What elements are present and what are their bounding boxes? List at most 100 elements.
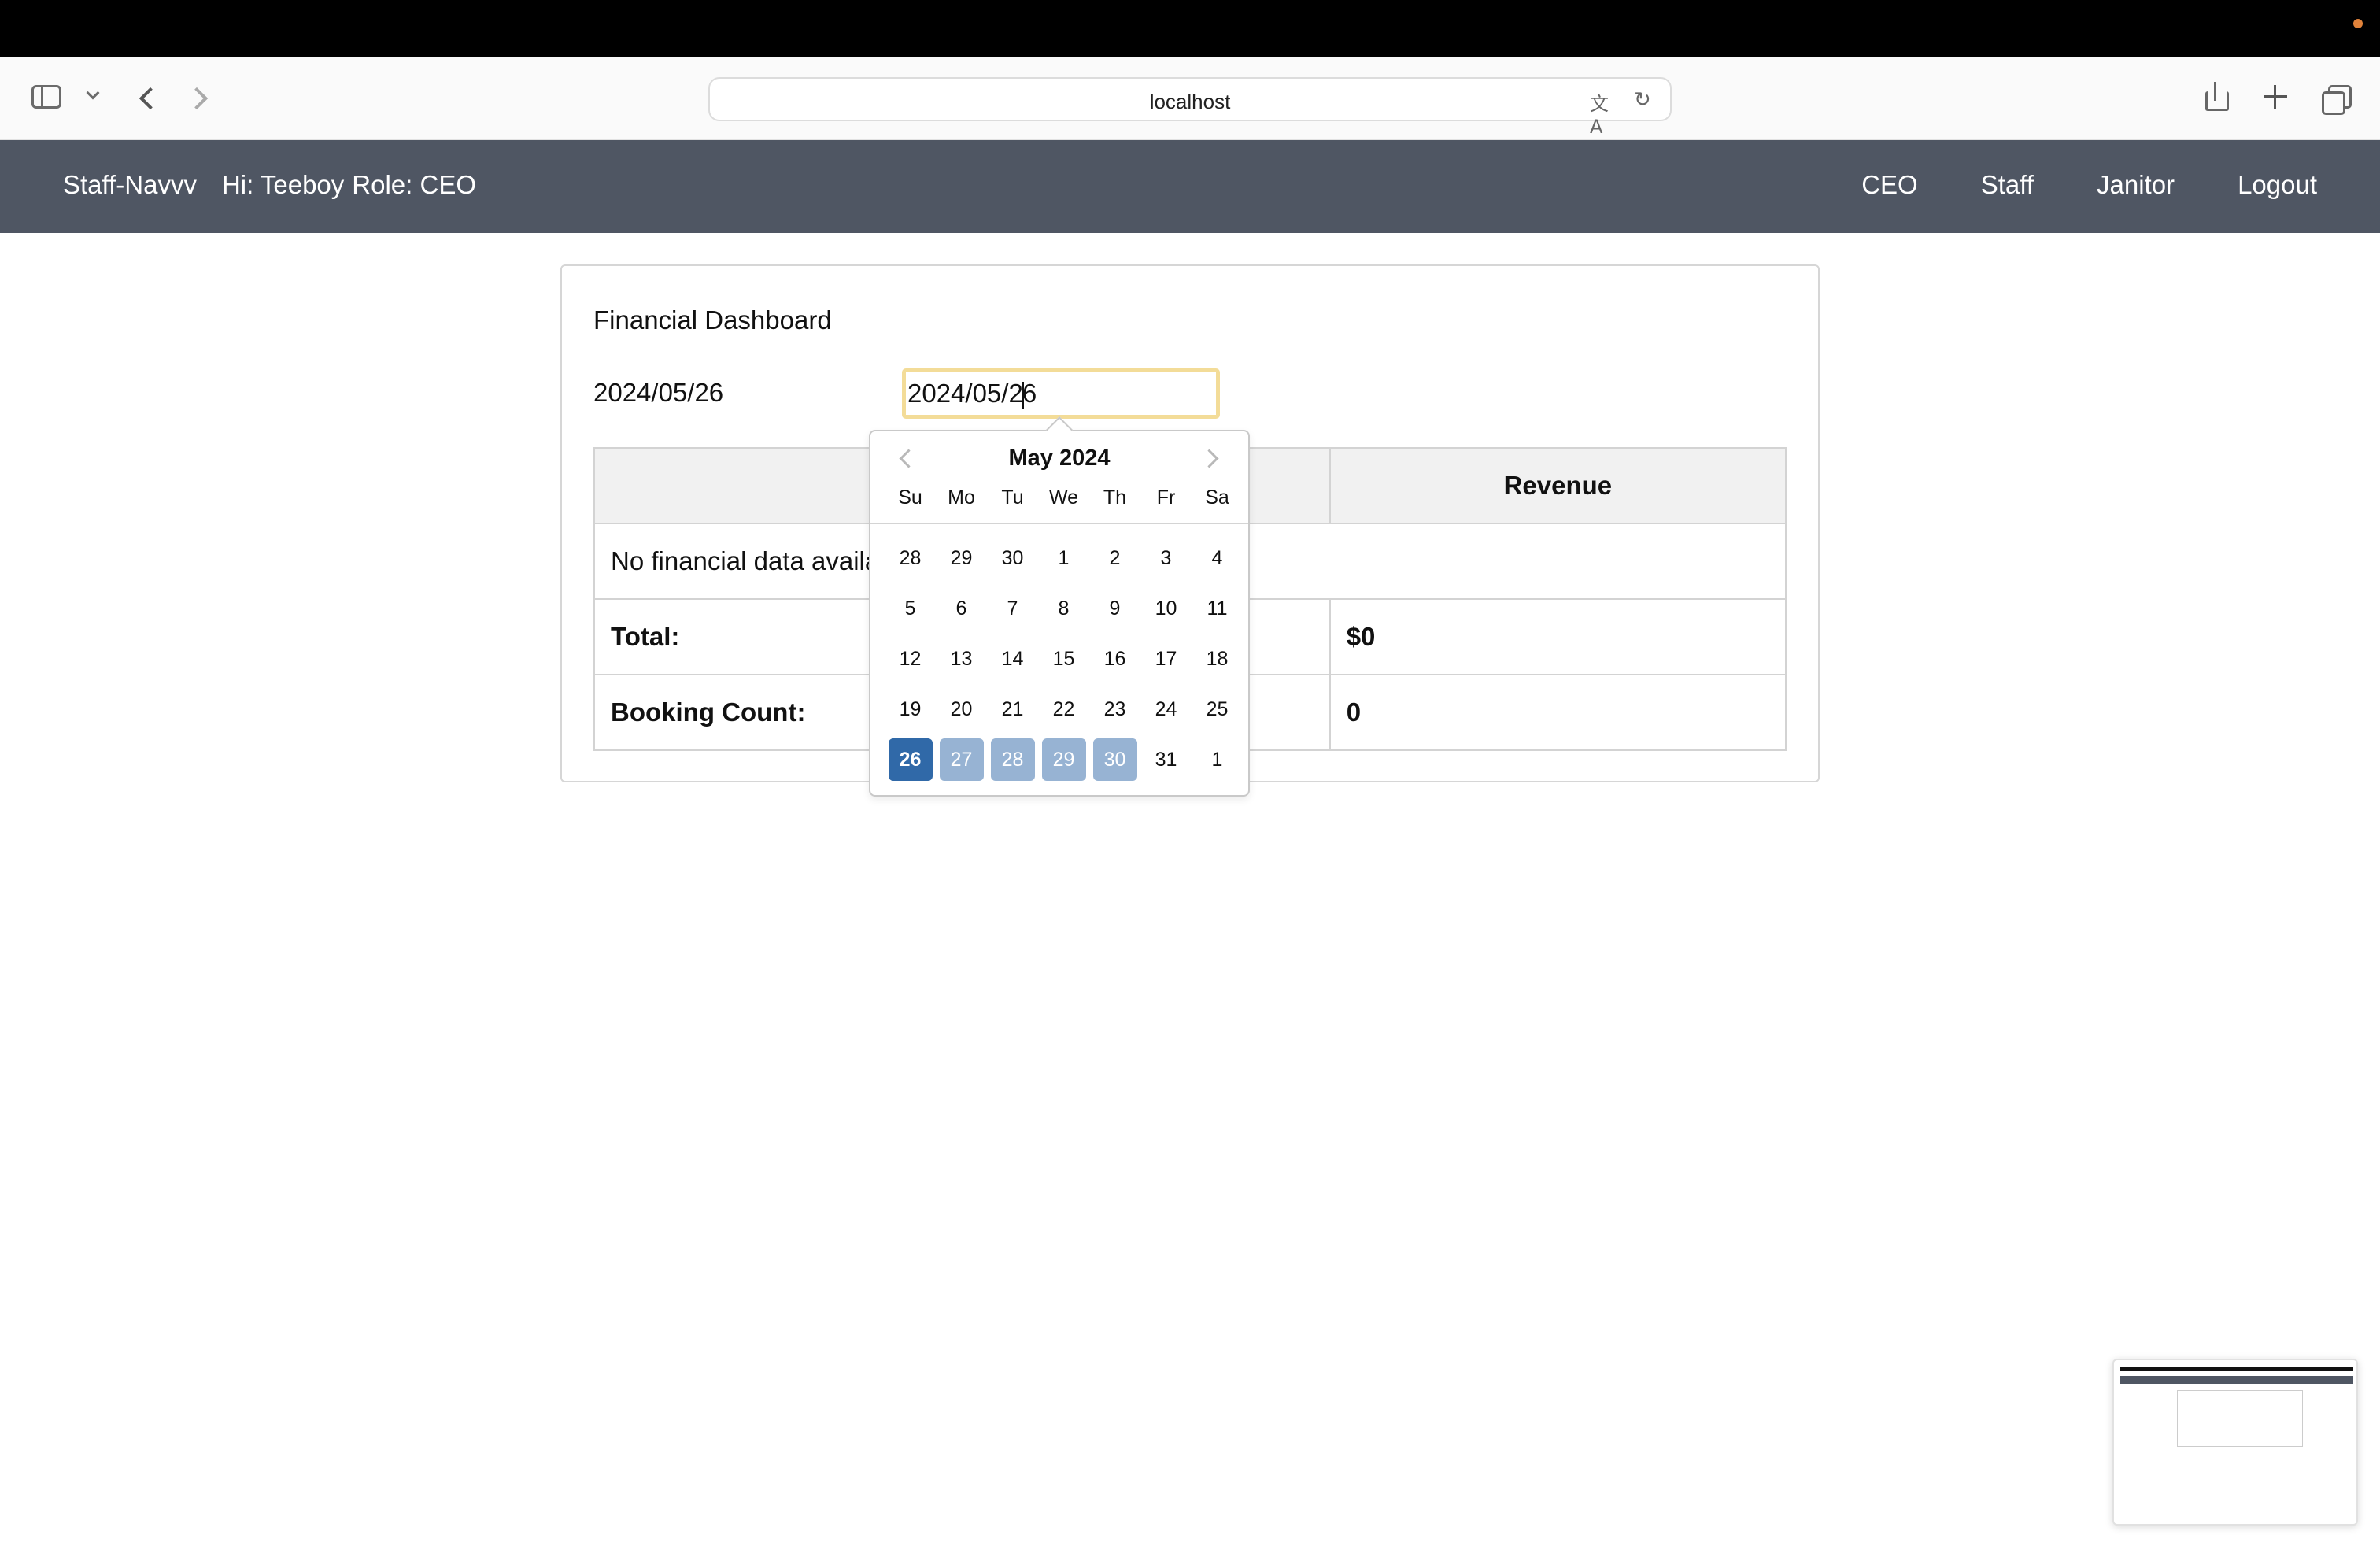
browser-toolbar: localhost 文A ↻: [0, 57, 2380, 140]
reload-icon[interactable]: ↻: [1634, 88, 1658, 112]
calendar-day[interactable]: 25: [1196, 688, 1240, 730]
calendar-day[interactable]: 10: [1144, 587, 1188, 630]
calendar-day[interactable]: 14: [991, 638, 1035, 680]
calendar-day[interactable]: 18: [1196, 638, 1240, 680]
datepicker-day-cell: 13: [936, 638, 987, 688]
calendar-day[interactable]: 20: [940, 688, 984, 730]
datepicker-day-cell: 11: [1192, 587, 1243, 638]
datepicker-day-cell: 2: [1089, 537, 1140, 587]
weekday-label: Th: [1103, 486, 1127, 509]
datepicker-day-cell: 26: [885, 738, 936, 789]
datepicker-day-cell: 20: [936, 688, 987, 738]
nav-link-janitor[interactable]: Janitor: [2097, 170, 2175, 200]
share-icon[interactable]: [2202, 80, 2229, 112]
calendar-day[interactable]: 30: [991, 537, 1035, 579]
calendar-day[interactable]: 5: [889, 587, 933, 630]
url-text: localhost: [1149, 90, 1231, 113]
calendar-day[interactable]: 29: [940, 537, 984, 579]
datepicker-popup: May 2024 Su Mo Tu We Th Fr Sa 28 29 30 1 2 3 4…: [869, 416, 1250, 797]
selected-date-label: 2024/05/26: [593, 378, 724, 407]
recording-indicator-icon: [2353, 19, 2363, 28]
app-navbar: Staff-Navvv Hi: Teeboy Role: CEO CEO Sta…: [0, 140, 2380, 233]
datepicker-day-cell: 5: [885, 587, 936, 638]
nav-link-ceo[interactable]: CEO: [1861, 170, 1918, 200]
calendar-day[interactable]: 16: [1093, 638, 1137, 680]
datepicker-day-cell: 14: [987, 638, 1038, 688]
datepicker-days-grid: 28 29 30 1 2 3 4 5 6 7 8 9 10 11 12 13 14 15 16 17 18 19 20 21 2…: [885, 537, 1243, 789]
calendar-day[interactable]: 6: [940, 587, 984, 630]
calendar-day[interactable]: 29: [1041, 738, 1086, 781]
logout-link[interactable]: Logout: [2238, 170, 2317, 200]
brand-link[interactable]: Staff-Navvv: [63, 170, 197, 200]
datepicker-day-cell: 28: [987, 738, 1038, 789]
calendar-day[interactable]: 23: [1093, 688, 1137, 730]
calendar-day[interactable]: 28: [889, 537, 933, 579]
calendar-day[interactable]: 28: [990, 738, 1035, 781]
datepicker-day-cell: 4: [1192, 537, 1243, 587]
address-bar[interactable]: localhost 文A ↻: [708, 77, 1672, 138]
datepicker-day-cell: 28: [885, 537, 936, 587]
new-tab-icon[interactable]: [2264, 85, 2287, 109]
chevron-down-icon[interactable]: [82, 85, 105, 109]
calendar-day[interactable]: 11: [1196, 587, 1240, 630]
date-input[interactable]: 2024/05/26: [902, 368, 1220, 419]
calendar-day[interactable]: 7: [991, 587, 1035, 630]
date-input-text-end: 6: [1022, 379, 1037, 408]
calendar-day[interactable]: 4: [1196, 537, 1240, 579]
datepicker-day-cell: 1: [1192, 738, 1243, 789]
calendar-day[interactable]: 19: [889, 688, 933, 730]
calendar-day[interactable]: 1: [1196, 738, 1240, 781]
datepicker-header: May 2024: [870, 446, 1248, 477]
datepicker-day-cell: 27: [936, 738, 987, 789]
calendar-day[interactable]: 17: [1144, 638, 1188, 680]
calendar-day[interactable]: 31: [1144, 738, 1188, 781]
calendar-day[interactable]: 1: [1042, 537, 1086, 579]
datepicker-day-cell: 31: [1140, 738, 1192, 789]
weekday-label: Su: [898, 486, 922, 509]
selected-day[interactable]: 26: [888, 738, 933, 781]
calendar-day[interactable]: 3: [1144, 537, 1188, 579]
sidebar-icon[interactable]: [31, 85, 61, 109]
user-role: Role: CEO: [352, 170, 476, 199]
datepicker-day-cell: 6: [936, 587, 987, 638]
weekday-label: We: [1048, 486, 1079, 509]
calendar-day[interactable]: 8: [1042, 587, 1086, 630]
user-greeting: Hi: Teeboy: [221, 170, 345, 199]
os-menu-bar: [0, 0, 2380, 57]
datepicker-day-cell: 29: [936, 537, 987, 587]
datepicker-day-cell: 21: [987, 688, 1038, 738]
calendar-day[interactable]: 30: [1092, 738, 1137, 781]
calendar-day[interactable]: 22: [1042, 688, 1086, 730]
next-month-icon[interactable]: [1201, 446, 1225, 474]
calendar-day[interactable]: 2: [1093, 537, 1137, 579]
calendar-day[interactable]: 12: [889, 638, 933, 680]
calendar-day[interactable]: 21: [991, 688, 1035, 730]
datepicker-day-cell: 16: [1089, 638, 1140, 688]
datepicker-day-cell: 7: [987, 587, 1038, 638]
forward-button[interactable]: [187, 85, 211, 112]
nav-link-staff[interactable]: Staff: [1981, 170, 2034, 200]
tab-overview-icon[interactable]: [2322, 85, 2352, 115]
calendar-day[interactable]: 13: [940, 638, 984, 680]
datepicker-day-cell: 23: [1089, 688, 1140, 738]
datepicker-day-cell: 15: [1038, 638, 1089, 688]
weekday-label: Mo: [948, 486, 975, 509]
datepicker-day-cell: 3: [1140, 537, 1192, 587]
calendar-day[interactable]: 15: [1042, 638, 1086, 680]
revenue-header: Revenue: [1329, 447, 1787, 524]
screenshot-thumbnail[interactable]: [2112, 1359, 2358, 1526]
datepicker-title[interactable]: May 2024: [870, 446, 1248, 472]
datepicker-day-cell: 19: [885, 688, 936, 738]
back-button[interactable]: [134, 85, 157, 112]
calendar-day[interactable]: 9: [1093, 587, 1137, 630]
datepicker-day-cell: 25: [1192, 688, 1243, 738]
datepicker-day-cell: 1: [1038, 537, 1089, 587]
datepicker-day-cell: 24: [1140, 688, 1192, 738]
calendar-day[interactable]: 27: [939, 738, 984, 781]
datepicker-day-cell: 30: [987, 537, 1038, 587]
datepicker-day-cell: 30: [1089, 738, 1140, 789]
translate-icon[interactable]: 文A: [1590, 88, 1620, 138]
calendar-day[interactable]: 24: [1144, 688, 1188, 730]
datepicker-day-cell: 29: [1038, 738, 1089, 789]
thumbnail-card: [2177, 1390, 2303, 1447]
